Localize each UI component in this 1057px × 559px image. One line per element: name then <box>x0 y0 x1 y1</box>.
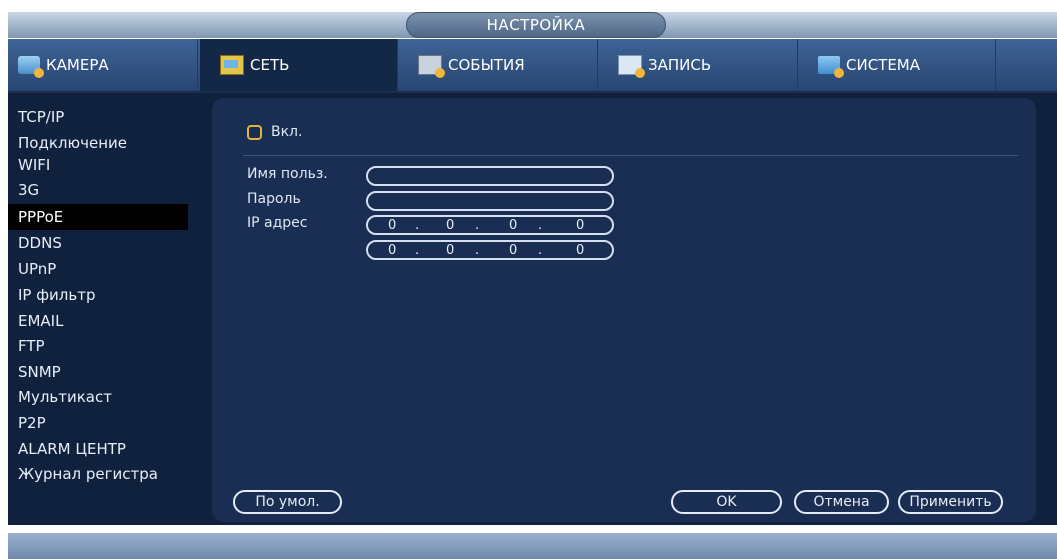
sidebar-item-tcpip[interactable]: TCP/IP <box>8 104 188 130</box>
sidebar-item-log[interactable]: Журнал регистра <box>8 461 188 487</box>
sidebar-item-ddns[interactable]: DDNS <box>8 230 188 256</box>
ip-dot: . <box>475 218 480 233</box>
sidebar-item-ftp[interactable]: FTP <box>8 333 188 359</box>
main-area: TCP/IP Подключение WIFI 3G PPPoE DDNS UP… <box>8 93 1057 525</box>
enable-checkbox[interactable] <box>247 124 262 140</box>
tab-bar: КАМЕРА СЕТЬ СОБЫТИЯ ЗАПИСЬ СИСТЕМА <box>8 39 1057 93</box>
ip-dot: . <box>415 243 420 258</box>
ip2-octet-3: 0 <box>509 243 518 258</box>
tab-system[interactable]: СИСТЕМА <box>800 39 996 91</box>
ip-dot: . <box>538 243 543 258</box>
tab-camera[interactable]: КАМЕРА <box>8 39 198 91</box>
default-button[interactable]: По умол. <box>233 490 342 514</box>
tab-camera-label: КАМЕРА <box>46 56 109 74</box>
system-icon <box>818 56 844 78</box>
enable-row: Вкл. <box>247 124 302 140</box>
ip2-octet-1: 0 <box>388 243 397 258</box>
tab-network-label: СЕТЬ <box>250 56 290 74</box>
events-icon <box>418 55 445 78</box>
camera-icon <box>18 56 44 78</box>
sidebar-item-3g[interactable]: 3G <box>8 177 188 203</box>
sidebar-item-alarm-center[interactable]: ALARM ЦЕНТР <box>8 436 188 462</box>
record-icon <box>618 55 645 78</box>
tab-record[interactable]: ЗАПИСЬ <box>600 39 798 91</box>
ip2-octet-2: 0 <box>446 243 455 258</box>
sidebar-item-email[interactable]: EMAIL <box>8 308 188 334</box>
sidebar-item-wifi[interactable]: WIFI <box>8 152 188 178</box>
sidebar-item-p2p[interactable]: P2P <box>8 410 188 436</box>
enable-label: Вкл. <box>271 124 303 140</box>
ip1-octet-2: 0 <box>446 218 455 233</box>
sidebar-item-multicast[interactable]: Мультикаст <box>8 384 188 410</box>
ip1-octet-4: 0 <box>576 218 585 233</box>
username-field[interactable] <box>366 166 614 186</box>
sidebar-item-snmp[interactable]: SNMP <box>8 359 188 385</box>
apply-button[interactable]: Применить <box>898 490 1003 514</box>
tab-events-label: СОБЫТИЯ <box>448 56 525 74</box>
settings-panel: Вкл. Имя польз. Пароль IP адрес 0 . 0 . … <box>212 98 1036 522</box>
window-title: НАСТРОЙКА <box>406 12 666 38</box>
ip1-octet-3: 0 <box>509 218 518 233</box>
ip-address-field-2[interactable]: 0 . 0 . 0 . 0 <box>366 240 614 260</box>
tab-record-label: ЗАПИСЬ <box>648 56 712 74</box>
tab-system-label: СИСТЕМА <box>846 56 921 74</box>
footer-bar <box>8 533 1057 559</box>
bottom-separator <box>8 525 1057 533</box>
username-label: Имя польз. <box>247 166 328 182</box>
ip-address-field[interactable]: 0 . 0 . 0 . 0 <box>366 215 614 235</box>
ip-dot: . <box>415 218 420 233</box>
ip-dot: . <box>475 243 480 258</box>
sidebar: TCP/IP Подключение WIFI 3G PPPoE DDNS UP… <box>8 93 190 525</box>
ip-label: IP адрес <box>247 215 308 231</box>
sidebar-item-ip-filter[interactable]: IP фильтр <box>8 282 188 308</box>
divider <box>243 155 1018 156</box>
tab-events[interactable]: СОБЫТИЯ <box>400 39 598 91</box>
tab-network[interactable]: СЕТЬ <box>200 39 398 91</box>
password-field[interactable] <box>366 191 614 211</box>
ip-dot: . <box>538 218 543 233</box>
sidebar-item-pppoe[interactable]: PPPoE <box>8 204 188 230</box>
sidebar-item-upnp[interactable]: UPnP <box>8 256 188 282</box>
password-label: Пароль <box>247 191 301 207</box>
ok-button[interactable]: OK <box>671 490 782 514</box>
ip2-octet-4: 0 <box>576 243 585 258</box>
network-icon <box>220 55 244 75</box>
ip1-octet-1: 0 <box>388 218 397 233</box>
cancel-button[interactable]: Отмена <box>794 490 889 514</box>
